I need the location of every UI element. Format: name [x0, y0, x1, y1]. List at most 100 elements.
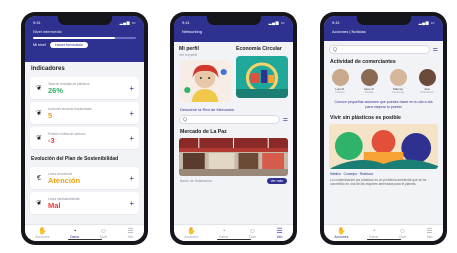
tab-info[interactable]: ☰ Info: [127, 228, 133, 239]
merchant-avatar[interactable]: Irene P. Florista: [359, 69, 379, 94]
article-illustration[interactable]: [329, 123, 438, 169]
phone-notch: [206, 16, 261, 25]
tab-datos[interactable]: ◔ Datos: [219, 228, 228, 239]
tab-label: Info: [276, 234, 283, 239]
discover-link[interactable]: Descubre la Red de Mercados: [174, 102, 293, 112]
tab-datos[interactable]: ◔ Datos: [369, 228, 378, 239]
plus-icon[interactable]: +: [129, 134, 134, 143]
app-showcase: 9:41 ▂▄▆ ▭ Nivel intermedio Mi nivel Hac…: [0, 0, 457, 253]
screen-community: 9:41 ▂▄▆ ▭ Acciones | Noticias Q ⚌ Activ…: [324, 16, 443, 241]
plus-icon[interactable]: +: [129, 174, 134, 183]
phone-notch: [57, 16, 112, 25]
profile-title: Mi perfil: [179, 46, 199, 52]
merchant-avatar[interactable]: Ana Pescadería: [417, 69, 437, 94]
hand-icon: ✋: [38, 227, 47, 235]
leaf-icon: ❦: [36, 135, 42, 142]
phone-network: 9:41 ▂▄▆ ▭ Networking Mi perfil Ver mi p…: [170, 12, 297, 245]
indicator-card[interactable]: ❦ Emisión huella de carbono -3 +: [30, 127, 139, 149]
indicator-value: 5: [48, 110, 53, 120]
tab-label: Acciones: [35, 234, 50, 239]
filter-icon[interactable]: ⚌: [283, 116, 288, 123]
avatar: [418, 69, 436, 86]
chart-icon: ◔: [72, 227, 77, 235]
signal-battery-icon: ▂▄▆ ▭: [119, 20, 136, 25]
plus-icon[interactable]: +: [129, 109, 134, 118]
screen-indicators: 9:41 ▂▄▆ ▭ Nivel intermedio Mi nivel Hac…: [25, 16, 144, 241]
filter-icon[interactable]: ⚌: [433, 46, 438, 53]
info-icon: ☰: [127, 227, 134, 235]
tab-club[interactable]: ☺ Club: [399, 228, 406, 239]
market-more-button[interactable]: Ver más: [266, 178, 287, 184]
circular-card[interactable]: Economía Circular: [236, 46, 288, 102]
profile-card[interactable]: Mi perfil Ver mi perfil: [179, 46, 231, 102]
home-indicator: [366, 238, 401, 240]
merchant-avatar[interactable]: Marcos Carnicería: [388, 69, 408, 94]
plus-icon[interactable]: +: [129, 199, 134, 208]
indicator-card[interactable]: ❦ Acciones sinceras implantadas 5 +: [30, 102, 139, 124]
level-progress-fill: [33, 37, 116, 39]
profile-illustration: [179, 60, 231, 102]
euro-icon: €: [37, 174, 41, 182]
phone-notch: [356, 16, 411, 25]
home-indicator: [67, 238, 102, 240]
status-time: 9:41: [33, 20, 41, 25]
tab-datos[interactable]: ◔ Datos: [70, 228, 79, 239]
avatar: [389, 69, 407, 86]
tips-link[interactable]: Conoce pequeñas acciones que puedes hace…: [324, 94, 443, 109]
leaf-icon: ❦: [36, 110, 42, 117]
people-icon: ☺: [398, 227, 406, 235]
market-footer: Barrio de Salamanca Ver más: [174, 176, 293, 186]
indicators-section-title: Indicadores: [31, 66, 65, 72]
network-cards: Mi perfil Ver mi perfil Economía Circula…: [174, 42, 293, 102]
hand-icon: ✋: [337, 227, 346, 235]
merchant-role: Florista: [364, 91, 374, 95]
tab-club[interactable]: ☺ Club: [249, 228, 256, 239]
tab-label: Info: [426, 234, 433, 239]
signal-battery-icon: ▂▄▆ ▭: [418, 20, 435, 25]
tab-acciones[interactable]: ✋ Acciones: [184, 228, 198, 239]
tab-info[interactable]: ☰ Info: [426, 228, 432, 239]
article-meta: Hábitos · Consejos · Residuos: [330, 171, 374, 176]
level-title: Nivel intermedio: [33, 29, 62, 34]
tab-acciones[interactable]: ✋ Acciones: [334, 228, 348, 239]
info-icon: ☰: [426, 227, 433, 235]
signal-battery-icon: ▂▄▆ ▭: [268, 20, 285, 25]
indicator-value: 26%: [48, 85, 64, 95]
circular-illustration: [236, 56, 288, 98]
plan-value: Atención: [48, 175, 81, 185]
plan-value: Mal: [48, 200, 61, 210]
status-time: 9:41: [182, 20, 190, 25]
plan-card[interactable]: ❦ Línea medioambiental Mal +: [30, 192, 139, 214]
tab-acciones[interactable]: ✋ Acciones: [35, 228, 49, 239]
tab-club[interactable]: ☺ Club: [100, 228, 107, 239]
plan-section-title: Evolución del Plan de Sostenibilidad: [31, 156, 119, 162]
chart-icon: ◔: [221, 227, 226, 235]
merchant-avatar[interactable]: Luis R. Frutería: [330, 69, 350, 94]
tab-label: Acciones: [184, 234, 199, 239]
market-title: Mercado de La Paz: [180, 129, 227, 135]
tab-info[interactable]: ☰ Info: [276, 228, 282, 239]
avatar: [360, 69, 378, 86]
level-progress-bar: [33, 37, 136, 39]
merchant-avatars: Luis R. Frutería Irene P. Florista Marcos C…: [324, 65, 443, 94]
indicator-value: -3: [48, 135, 55, 145]
plus-icon[interactable]: +: [129, 84, 134, 93]
level-row: Mi nivel Hacer formulario: [33, 42, 136, 48]
search-input[interactable]: Q: [329, 45, 430, 54]
merchant-role: Pescadería: [420, 91, 434, 95]
form-chip-button[interactable]: Hacer formulario: [49, 42, 88, 48]
indicator-card[interactable]: ❦ Tasa de reciclaje de plásticos 26% +: [30, 77, 139, 99]
market-caption: Barrio de Salamanca: [180, 179, 212, 183]
search-input[interactable]: Q: [179, 115, 280, 124]
home-indicator: [216, 238, 251, 240]
info-icon: ☰: [276, 227, 283, 235]
market-photo[interactable]: [179, 138, 288, 176]
people-icon: ☺: [99, 227, 107, 235]
tab-label: Info: [127, 234, 134, 239]
tab-label: Acciones: [334, 234, 349, 239]
avatar: [331, 69, 349, 86]
leaf-icon: ❦: [36, 200, 42, 207]
profile-subtitle: Ver mi perfil: [179, 53, 197, 57]
hand-icon: ✋: [187, 227, 196, 235]
plan-card[interactable]: € Línea económica Atención +: [30, 167, 139, 189]
